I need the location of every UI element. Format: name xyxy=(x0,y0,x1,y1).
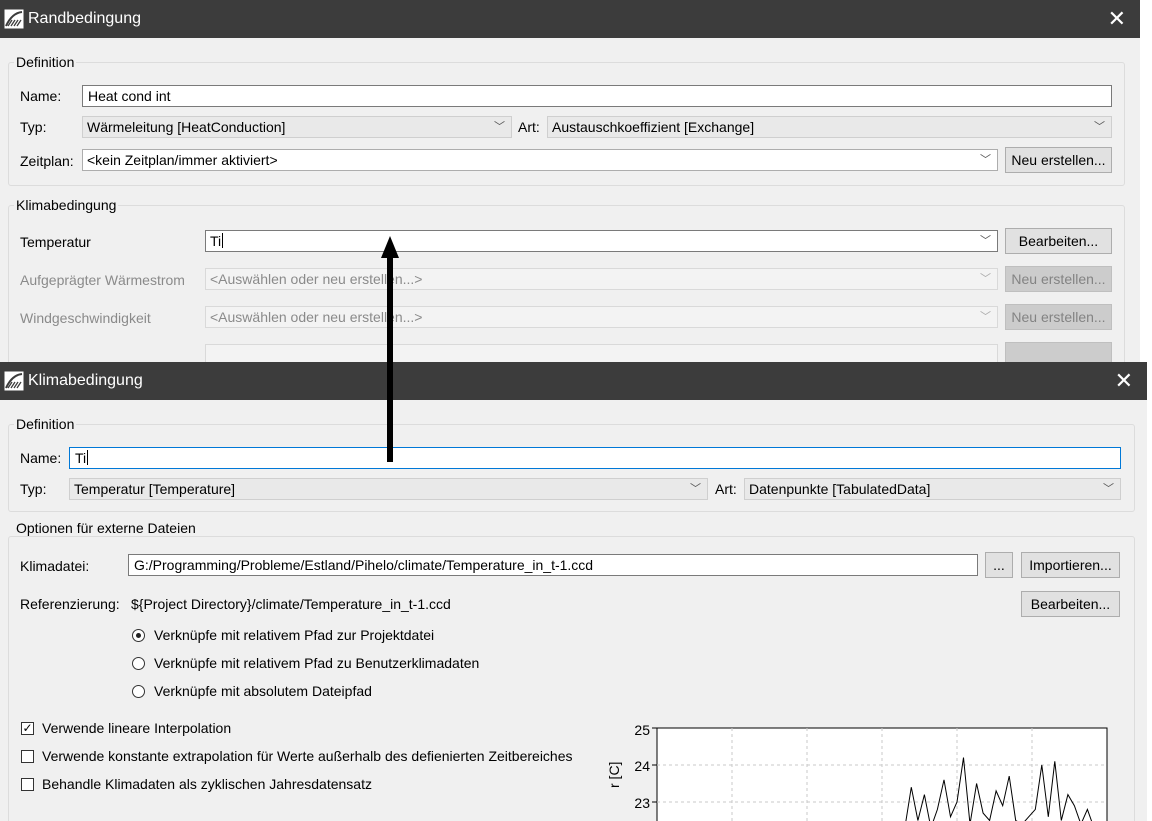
annotation-arrow xyxy=(381,236,399,462)
